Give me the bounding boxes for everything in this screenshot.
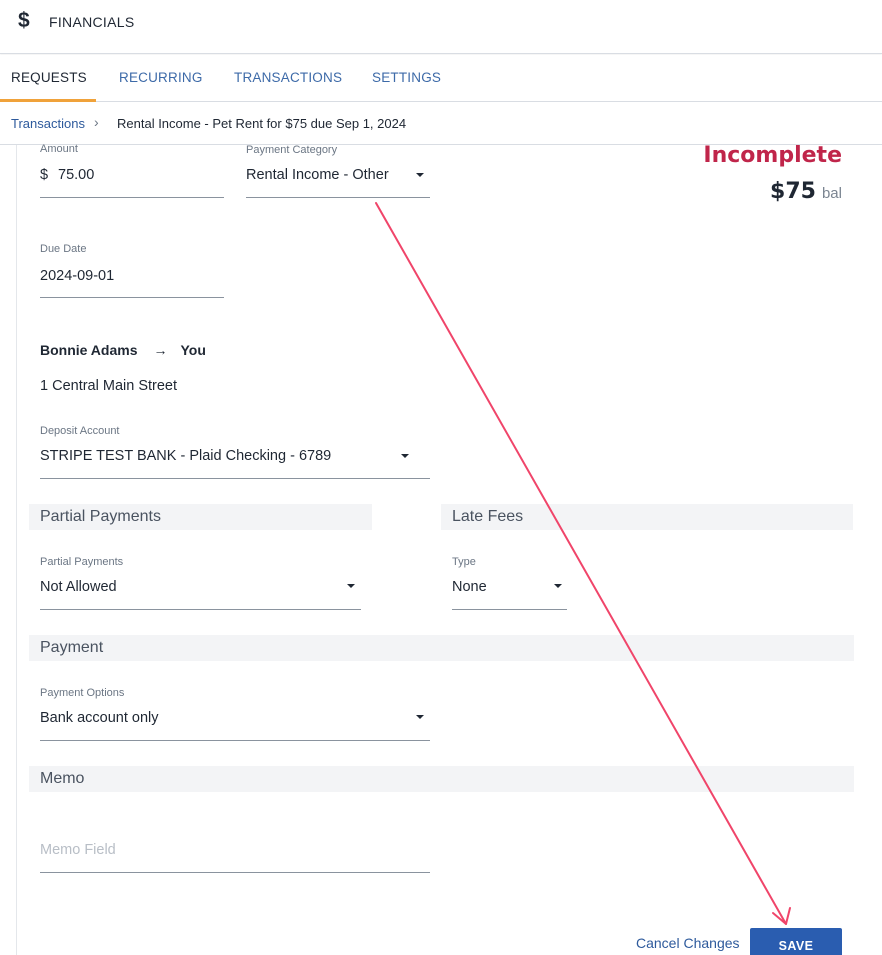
payment-category-select[interactable]: Rental Income - Other [246, 167, 389, 183]
section-title: Late Fees [452, 508, 524, 525]
partial-payments-section-header: Partial Payments [29, 504, 372, 530]
partial-payments-label: Partial Payments [40, 556, 124, 568]
payment-category-underline [246, 197, 430, 198]
payment-category-label: Payment Category [246, 144, 338, 156]
breadcrumb-transactions-link[interactable]: Transactions [11, 116, 85, 131]
tab-recurring[interactable]: RECURRING [119, 70, 203, 85]
breadcrumb-current: Rental Income - Pet Rent for $75 due Sep… [117, 116, 407, 131]
cancel-changes-button[interactable]: Cancel Changes [636, 935, 740, 951]
section-title: Memo [40, 770, 85, 787]
chevron-right-icon: › [94, 114, 99, 130]
late-fee-type-label: Type [452, 556, 476, 568]
tab-bar: REQUESTS RECURRING TRANSACTIONS SETTINGS [0, 55, 882, 102]
deposit-account-underline [40, 478, 430, 479]
late-fee-type-underline [452, 609, 567, 610]
tab-settings[interactable]: SETTINGS [372, 70, 441, 85]
deposit-account-select[interactable]: STRIPE TEST BANK - Plaid Checking - 6789 [40, 448, 331, 464]
amount-underline [40, 197, 224, 198]
payment-options-underline [40, 740, 430, 741]
payer-name: Bonnie Adams [40, 342, 138, 358]
amount-input[interactable]: 75.00 [58, 167, 94, 183]
memo-underline [40, 872, 430, 873]
due-date-underline [40, 297, 224, 298]
balance-amount: $75 [770, 179, 816, 204]
payment-options-label: Payment Options [40, 687, 125, 699]
payer-payee: Bonnie Adams → You [40, 342, 206, 358]
arrow-right-icon: → [153, 342, 168, 358]
dollar-icon: $ [18, 9, 30, 32]
amount-label: Amount [40, 143, 78, 155]
late-fee-type-select[interactable]: None [452, 579, 487, 595]
due-date-input[interactable]: 2024-09-01 [40, 268, 114, 284]
payee-name: You [180, 342, 206, 358]
breadcrumb: Transactions › Rental Income - Pet Rent … [0, 103, 882, 145]
memo-input[interactable]: Memo Field [40, 842, 116, 858]
amount-currency: $ [40, 167, 49, 183]
app-header: $ FINANCIALS [0, 0, 882, 54]
balance-suffix: bal [821, 185, 842, 202]
chevron-down-icon[interactable] [347, 584, 355, 588]
late-fees-section-header: Late Fees [441, 504, 853, 530]
section-title: Partial Payments [40, 508, 161, 525]
section-title: Payment [40, 639, 104, 656]
due-date-label: Due Date [40, 243, 87, 255]
request-form-panel [16, 145, 882, 955]
save-button[interactable]: SAVE [750, 928, 842, 955]
page-title: FINANCIALS [49, 14, 135, 30]
tab-requests[interactable]: REQUESTS [11, 70, 87, 85]
balance-display: $75 bal [770, 178, 842, 204]
partial-payments-underline [40, 609, 361, 610]
memo-section-header: Memo [29, 766, 854, 792]
payment-options-select[interactable]: Bank account only [40, 710, 159, 726]
chevron-down-icon[interactable] [554, 584, 562, 588]
chevron-down-icon[interactable] [401, 454, 409, 458]
property-address: 1 Central Main Street [40, 378, 178, 394]
chevron-down-icon[interactable] [416, 715, 424, 719]
chevron-down-icon[interactable] [416, 173, 424, 177]
active-tab-indicator [0, 99, 96, 102]
deposit-account-label: Deposit Account [40, 425, 120, 437]
status-badge: Incomplete [703, 143, 842, 168]
partial-payments-select[interactable]: Not Allowed [40, 579, 117, 595]
tab-transactions[interactable]: TRANSACTIONS [234, 70, 342, 85]
payment-section-header: Payment [29, 635, 854, 661]
